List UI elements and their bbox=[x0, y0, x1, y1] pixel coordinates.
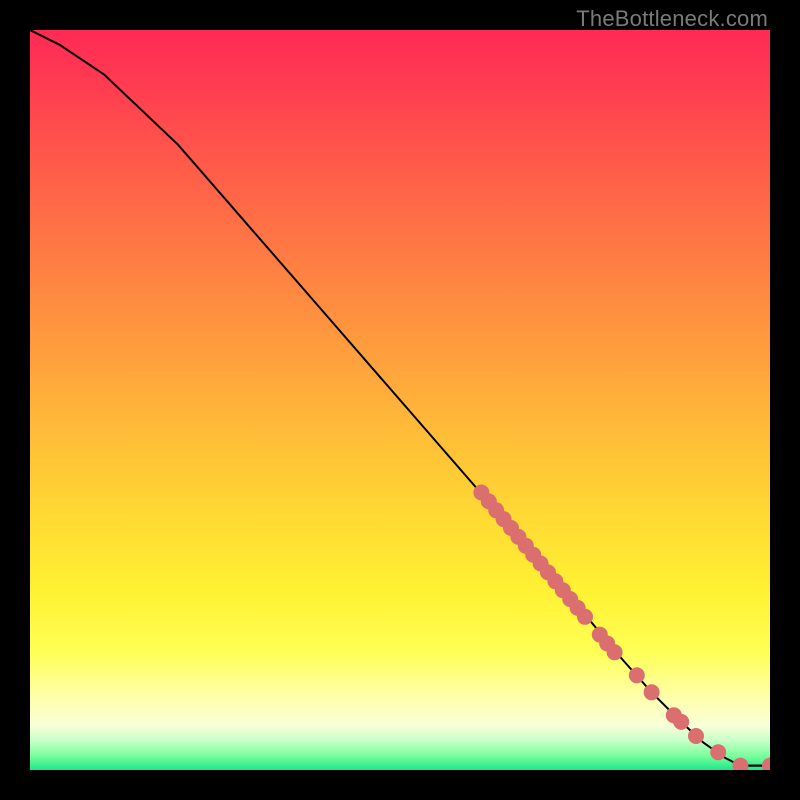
data-point bbox=[570, 600, 586, 616]
data-point bbox=[577, 609, 593, 625]
data-point bbox=[525, 547, 541, 563]
data-point bbox=[629, 667, 645, 683]
data-point bbox=[688, 728, 704, 744]
data-point bbox=[710, 744, 726, 760]
data-point bbox=[473, 485, 489, 501]
data-point bbox=[547, 573, 563, 589]
data-point bbox=[540, 564, 556, 580]
data-point bbox=[666, 707, 682, 723]
data-point bbox=[496, 511, 512, 527]
data-point bbox=[518, 538, 534, 554]
attribution-label: TheBottleneck.com bbox=[576, 6, 768, 32]
data-point bbox=[503, 520, 519, 536]
data-point bbox=[533, 556, 549, 572]
curve-layer bbox=[30, 30, 770, 770]
data-point bbox=[599, 636, 615, 652]
chart-frame: TheBottleneck.com bbox=[0, 0, 800, 800]
data-point bbox=[644, 684, 660, 700]
data-point bbox=[673, 714, 689, 730]
plot-area bbox=[30, 30, 770, 770]
data-point bbox=[488, 502, 504, 518]
data-point bbox=[562, 591, 578, 607]
data-point bbox=[732, 758, 748, 770]
data-point bbox=[510, 529, 526, 545]
data-point bbox=[607, 644, 623, 660]
data-point bbox=[481, 493, 497, 509]
marker-group bbox=[473, 485, 770, 771]
data-point bbox=[592, 627, 608, 643]
main-curve bbox=[30, 30, 770, 766]
data-point bbox=[555, 582, 571, 598]
data-point bbox=[762, 758, 770, 770]
